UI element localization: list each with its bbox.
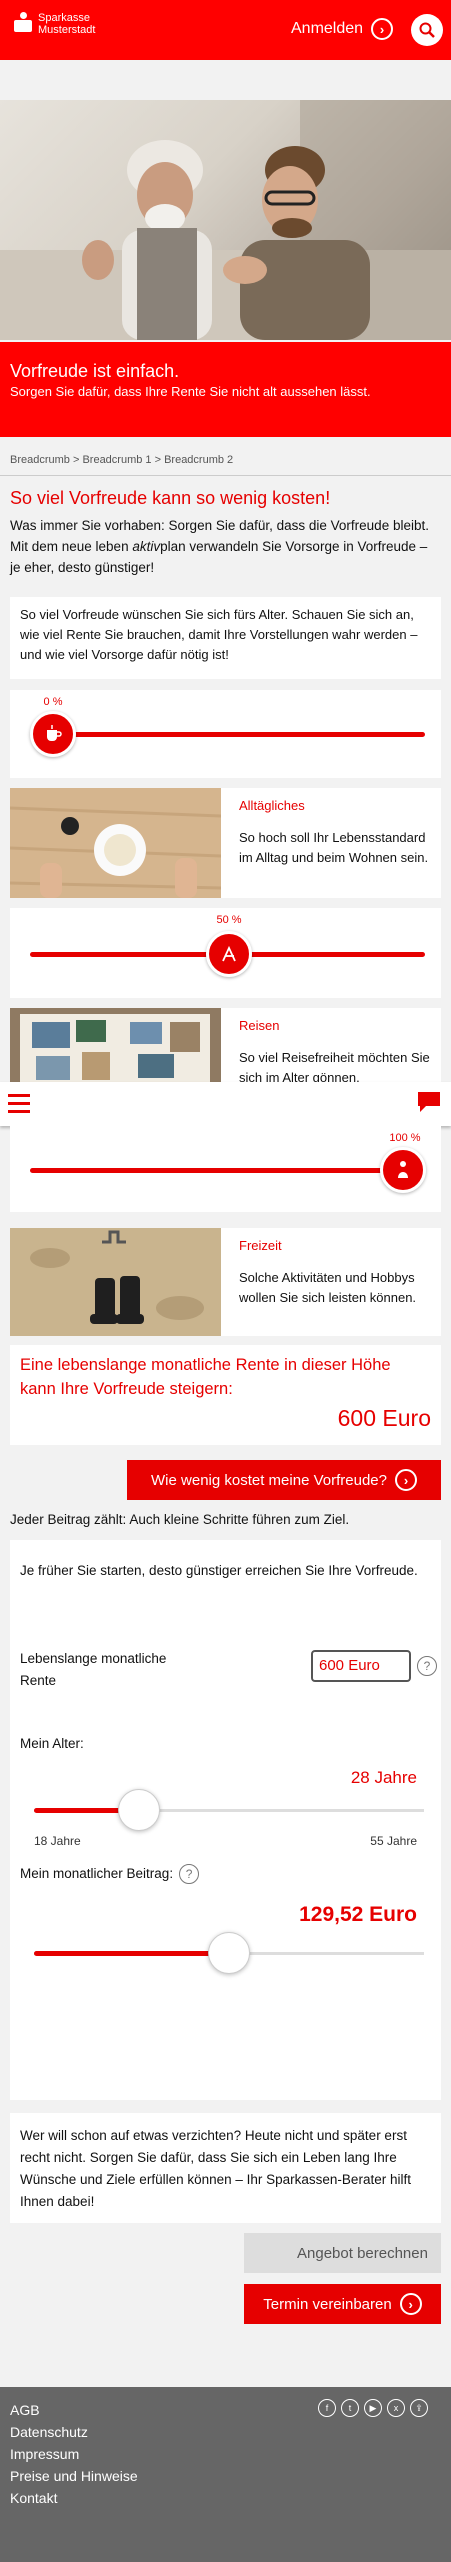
contribution-value: 129,52 Euro [299, 1903, 417, 1926]
result-text: Eine lebenslange monatliche Rente in die… [20, 1356, 391, 1398]
explain-card: So viel Vorfreude wünschen Sie sich fürs… [10, 597, 441, 679]
twitter-icon[interactable]: t [341, 2399, 359, 2417]
footer-link-privacy[interactable]: Datenschutz [10, 2421, 441, 2443]
feature-title: Reisen [239, 1018, 280, 1033]
chevron-right-icon: › [399, 2293, 422, 2315]
slider-handle[interactable] [380, 1147, 426, 1193]
result-amount: 600 Euro [337, 1405, 431, 1431]
age-min-label: 18 Jahre [34, 1834, 81, 1848]
slider-handle[interactable] [206, 931, 252, 977]
feature-title: Freizeit [239, 1238, 282, 1253]
feature-card-everyday: Alltägliches So hoch soll Ihr Lebensstan… [10, 788, 441, 898]
calculator-intro: Je früher Sie starten, desto günstiger e… [20, 1563, 418, 1578]
age-label: Mein Alter: [20, 1736, 84, 1751]
brand-line-1: Sparkasse [38, 12, 90, 24]
share-icon[interactable]: ⇪ [410, 2399, 428, 2417]
calculate-offer-button[interactable]: Angebot berechnen [244, 2233, 441, 2273]
chevron-right-icon: › [371, 18, 394, 40]
footer-link-prices[interactable]: Preise und Hinweise [10, 2465, 441, 2487]
intro-text-em: aktiv [132, 539, 161, 554]
youtube-icon[interactable]: ▶ [364, 2399, 382, 2417]
cup-icon [47, 725, 62, 741]
feature-text: Solche Aktivitäten und Hobbys wollen Sie… [239, 1270, 417, 1305]
contribution-label: Mein monatlicher Beitrag: [20, 1866, 174, 1881]
feature-card-travel: Reisen So viel Reisefreiheit möchten Sie… [10, 1008, 441, 1088]
site-header: Sparkasse Musterstadt Anmelden › [0, 0, 451, 60]
boots-image [10, 1228, 221, 1336]
page-heading: So viel Vorfreude kann so wenig kosten! [10, 488, 331, 508]
help-icon[interactable]: ? [179, 1864, 200, 1884]
footer-link-imprint[interactable]: Impressum [10, 2443, 441, 2465]
age-value: 28 Jahre [350, 1768, 417, 1787]
xing-icon[interactable]: x [387, 2399, 405, 2417]
brand-line-2: Musterstadt [38, 24, 96, 36]
contribution-slider-handle[interactable] [208, 1932, 250, 1974]
breakfast-image [10, 788, 221, 898]
chat-icon[interactable] [416, 1090, 442, 1117]
contribution-slider-fill [34, 1951, 229, 1956]
banner-subtitle: Sorgen Sie dafür, dass Ihre Rente Sie ni… [10, 384, 371, 399]
login-label: Anmelden [291, 20, 364, 37]
hero-banner: Vorfreude ist einfach. Sorgen Sie dafür,… [0, 342, 451, 437]
sparkasse-logo[interactable]: Sparkasse Musterstadt [14, 12, 95, 36]
help-icon[interactable]: ? [417, 1656, 437, 1676]
appointment-button[interactable]: Termin vereinbaren › [244, 2284, 441, 2324]
slider-track[interactable] [30, 1168, 425, 1173]
appointment-label: Termin vereinbaren [263, 2295, 392, 2313]
login-button[interactable]: Anmelden › [291, 18, 394, 40]
slider-handle[interactable] [30, 711, 76, 757]
golfer-icon [398, 1161, 408, 1178]
facebook-icon[interactable]: f [318, 2399, 336, 2417]
slider-card-everyday: 0 % [10, 690, 441, 778]
footer-link-contact[interactable]: Kontakt [10, 2487, 441, 2509]
slider-value-label: 100 % [389, 1132, 421, 1144]
banner-title: Vorfreude ist einfach. [10, 361, 180, 381]
calculator-card: Je früher Sie starten, desto günstiger e… [10, 1540, 441, 2100]
cost-cta-label: Wie wenig kostet meine Vorfreude? [151, 1471, 387, 1489]
feature-title: Alltägliches [239, 798, 305, 813]
feature-card-leisure: Freizeit Solche Aktivitäten und Hobbys w… [10, 1228, 441, 1336]
slider-card-travel: 50 % [10, 908, 441, 998]
site-footer: AGB Datenschutz Impressum Preise und Hin… [0, 2387, 451, 2562]
breadcrumb[interactable]: Breadcrumb > Breadcrumb 1 > Breadcrumb 2 [10, 454, 233, 466]
slider-value-label: 50 % [216, 914, 242, 926]
feature-text: So hoch soll Ihr Lebensstandard im Allta… [239, 830, 429, 865]
page: Sparkasse Musterstadt Anmelden › Vorfreu… [0, 0, 451, 2562]
closing-card: Wer will schon auf etwas verzichten? Heu… [10, 2113, 441, 2223]
search-button[interactable] [411, 14, 443, 46]
divider [0, 475, 451, 476]
slider-track[interactable] [30, 732, 425, 737]
slider-card-leisure: 100 % [10, 1126, 441, 1212]
cost-cta-button[interactable]: Wie wenig kostet meine Vorfreude? › [127, 1460, 441, 1500]
intro-text: Was immer Sie vorhaben: Sorgen Sie dafür… [10, 515, 440, 578]
sparkasse-logo-icon [14, 12, 32, 34]
age-max-label: 55 Jahre [370, 1834, 417, 1848]
pension-label: Lebenslange monatliche Rente [20, 1651, 167, 1688]
search-icon [419, 22, 435, 38]
explain-text: So viel Vorfreude wünschen Sie sich fürs… [20, 607, 418, 662]
deckchair-icon [222, 945, 236, 962]
sticky-nav-bar [0, 1082, 451, 1126]
calculate-offer-label: Angebot berechnen [297, 2244, 428, 2262]
tagline: Jeder Beitrag zählt: Auch kleine Schritt… [10, 1512, 350, 1527]
slider-value-label: 0 % [43, 696, 63, 708]
age-slider-handle[interactable] [118, 1789, 161, 1831]
social-links: f t ▶ x ⇪ [318, 2399, 428, 2417]
hamburger-menu-icon[interactable] [8, 1094, 30, 1113]
pension-input[interactable]: 600 Euro [311, 1650, 411, 1682]
hero-image [0, 100, 451, 340]
photo-album-image [10, 1008, 221, 1088]
result-card: Eine lebenslange monatliche Rente in die… [10, 1345, 441, 1445]
chevron-right-icon: › [394, 1469, 417, 1491]
closing-text: Wer will schon auf etwas verzichten? Heu… [20, 2128, 411, 2209]
